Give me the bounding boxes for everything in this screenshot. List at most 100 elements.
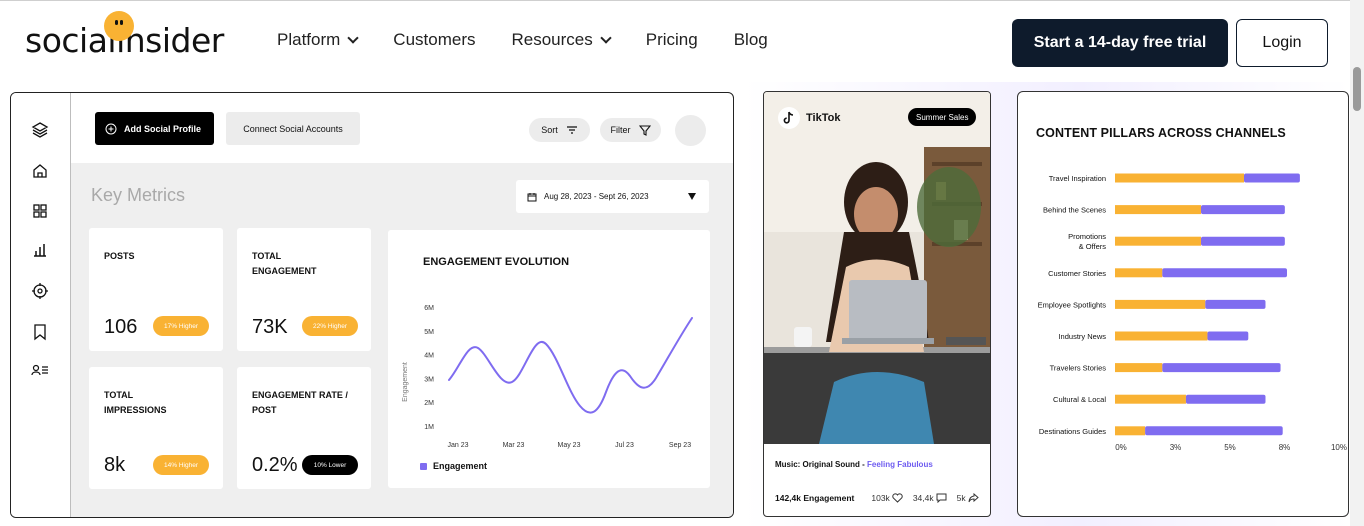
chevron-down-icon <box>600 31 612 44</box>
metric-value: 8k <box>104 454 126 476</box>
add-social-profile-button[interactable]: Add Social Profile <box>95 112 214 145</box>
nav-platform[interactable]: Platform <box>277 30 359 50</box>
grid-icon[interactable] <box>31 202 49 220</box>
dropdown-arrow-icon <box>688 193 696 200</box>
bar-chart-icon[interactable] <box>31 241 49 259</box>
site-header: socialinsider Platform Customers Resourc… <box>0 0 1364 82</box>
metric-label: TOTAL IMPRESSIONS <box>104 390 167 415</box>
login-button[interactable]: Login <box>1236 19 1328 67</box>
x-tick-label: May 23 <box>558 442 581 449</box>
engagement-chart-title: ENGAGEMENT EVOLUTION <box>423 256 570 268</box>
category-label: Destinations Guides <box>1039 427 1106 436</box>
category-label: Travel Inspiration <box>1049 174 1106 183</box>
x-tick-label: 0% <box>1115 443 1127 452</box>
plus-circle-icon <box>105 123 117 134</box>
category-label: Employee Spotlights <box>1038 300 1107 309</box>
bar-segment <box>1115 268 1163 278</box>
scrollbar-thumb[interactable] <box>1353 67 1361 111</box>
chart-legend: Engagement <box>420 461 487 471</box>
page-scrollbar[interactable] <box>1350 0 1364 526</box>
sort-label: Sort <box>541 125 558 135</box>
calendar-icon <box>527 192 537 201</box>
metric-card-engagement-rate: ENGAGEMENT RATE / POST 0.2% 10% Lower <box>237 367 371 489</box>
nav-blog[interactable]: Blog <box>734 30 768 50</box>
home-icon[interactable] <box>31 162 49 180</box>
tiktok-post-card: TikTok Summer Sales Music: Original Soun… <box>763 91 991 517</box>
bar-segment <box>1145 426 1283 436</box>
music-line: Music: Original Sound - Feeling Fabulous <box>775 460 933 469</box>
post-stats: 142,4k Engagement 103k 34,4k 5k <box>775 493 989 503</box>
date-range-text: Aug 28, 2023 - Sept 26, 2023 <box>544 192 649 201</box>
category-label: Promotions <box>1068 232 1106 241</box>
engagement-series-line <box>448 317 693 414</box>
content-pillars-card: CONTENT PILLARS ACROSS CHANNELS Travel I… <box>1017 91 1349 517</box>
nav-customers[interactable]: Customers <box>393 30 475 50</box>
target-icon[interactable] <box>31 282 49 300</box>
avatar[interactable] <box>675 115 706 146</box>
category-label: Industry News <box>1058 332 1106 341</box>
x-tick-label: 5% <box>1224 443 1236 452</box>
bar-segment <box>1162 268 1287 278</box>
bar-segment <box>1185 394 1266 404</box>
bar-segment <box>1205 299 1266 309</box>
x-tick-label: Mar 23 <box>503 442 525 449</box>
legend-label: Engagement <box>433 461 488 471</box>
x-tick-label: Jan 23 <box>447 442 468 449</box>
share-icon <box>968 493 979 503</box>
bar-segment <box>1162 363 1281 373</box>
x-tick-label: 8% <box>1279 443 1291 452</box>
metric-label: TOTAL ENGAGEMENT <box>252 251 317 276</box>
y-tick-label: 3M <box>424 376 434 383</box>
dashboard-preview: Add Social Profile Connect Social Accoun… <box>10 92 734 518</box>
chevron-down-icon <box>347 31 359 44</box>
engagement-count: 142,4k Engagement <box>775 493 855 503</box>
nav-pricing[interactable]: Pricing <box>646 30 698 50</box>
x-tick-label: Sep 23 <box>669 442 691 449</box>
bar-segment <box>1115 205 1201 215</box>
metric-value: 106 <box>104 316 138 338</box>
bar-segment <box>1201 205 1285 215</box>
key-metrics-title: Key Metrics <box>91 185 186 205</box>
date-range-picker[interactable]: Aug 28, 2023 - Sept 26, 2023 <box>516 180 709 213</box>
sort-icon <box>566 126 577 134</box>
shares-stat: 5k <box>957 493 979 503</box>
tiktok-header: TikTok <box>778 107 840 129</box>
users-list-icon[interactable] <box>31 361 49 379</box>
filter-button[interactable]: Filter <box>600 118 661 142</box>
music-title[interactable]: Feeling Fabulous <box>867 460 933 469</box>
bar-segment <box>1207 331 1249 341</box>
filter-icon <box>638 124 651 136</box>
tiktok-logo-icon <box>778 107 800 129</box>
status-badge: 14% Higher <box>153 455 209 475</box>
bookmark-icon[interactable] <box>31 323 49 341</box>
metric-label: POSTS <box>104 251 135 261</box>
y-tick-label: 2M <box>424 400 434 407</box>
y-tick-label: 1M <box>424 424 434 431</box>
comment-icon <box>936 493 947 503</box>
category-label: Customer Stories <box>1048 269 1106 278</box>
x-tick-label: Jul 23 <box>615 442 634 449</box>
category-label: Behind the Scenes <box>1043 206 1106 215</box>
y-axis-label: Engagement <box>402 362 409 402</box>
x-tick-label: 10% <box>1331 443 1347 452</box>
bar-segment <box>1201 236 1285 246</box>
metric-card-total-engagement: TOTAL ENGAGEMENT 73K 22% Higher <box>237 228 371 351</box>
bar-segment <box>1115 331 1208 341</box>
status-badge: 22% Higher <box>302 316 358 336</box>
layers-icon[interactable] <box>31 121 49 139</box>
metric-label: ENGAGEMENT RATE / POST <box>252 390 348 415</box>
bar-segment <box>1115 394 1186 404</box>
start-trial-button[interactable]: Start a 14-day free trial <box>1012 19 1228 67</box>
bar-segment <box>1115 363 1163 373</box>
bar-segment <box>1244 173 1300 183</box>
legend-swatch <box>420 462 427 470</box>
platform-name: TikTok <box>806 112 841 124</box>
nav-resources[interactable]: Resources <box>511 30 612 50</box>
bar-segment <box>1115 236 1201 246</box>
y-tick-label: 4M <box>424 353 434 360</box>
connect-accounts-button[interactable]: Connect Social Accounts <box>226 112 360 145</box>
metric-card-total-impressions: TOTAL IMPRESSIONS 8k 14% Higher <box>89 367 223 489</box>
sort-button[interactable]: Sort <box>529 118 590 142</box>
metric-value: 0.2% <box>252 454 298 476</box>
dashboard-sidebar <box>11 93 71 517</box>
